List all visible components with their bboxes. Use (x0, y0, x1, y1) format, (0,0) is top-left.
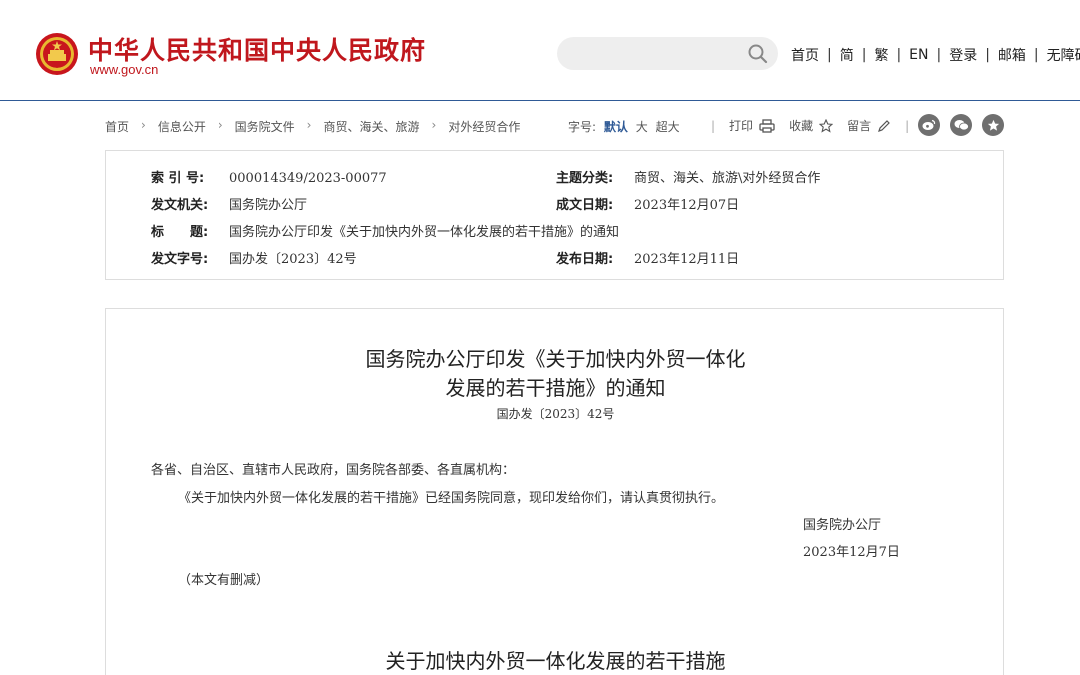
font-size-default[interactable]: 默认 (604, 120, 628, 134)
font-size-control: 字号: 默认 大 超大 (568, 118, 684, 135)
font-size-label: 字号: (568, 120, 597, 134)
tools-divider: | (711, 118, 716, 133)
meta-topic-row: 主题分类: 商贸、海关、旅游\对外经贸合作 (556, 167, 820, 186)
meta-publish-date-row: 发布日期: 2023年12月11日 (556, 248, 739, 267)
nav-divider: | (1033, 47, 1039, 63)
nav-divider: | (985, 47, 990, 63)
nav-mailbox[interactable]: 邮箱 (998, 45, 1026, 65)
breadcrumb: 首页 › 信息公开 › 国务院文件 › 商贸、海关、旅游 › 对外经贸合作 (105, 118, 520, 135)
document-salutation: 各省、自治区、直辖市人民政府，国务院各部委、各直属机构： (151, 463, 516, 478)
favorite-label: 收藏 (789, 119, 814, 133)
star-outline-icon (819, 118, 834, 133)
meta-docno-row: 发文字号: 国办发〔2023〕42号 (151, 248, 357, 267)
meta-label: 发布日期: (556, 252, 614, 267)
share-icons (918, 114, 1014, 136)
document-title: 国务院办公厅印发《关于加快内外贸一体化 发展的若干措施》的通知 (106, 345, 1005, 403)
document-date: 2023年12月7日 (803, 545, 900, 560)
favorite-button[interactable]: 收藏 (789, 117, 834, 134)
meta-label: 索 引 号: (151, 171, 205, 186)
document-number: 国办发〔2023〕42号 (496, 407, 615, 421)
nav-home[interactable]: 首页 (791, 45, 819, 65)
national-emblem-icon[interactable] (35, 32, 79, 76)
breadcrumb-foreign-trade[interactable]: 对外经贸合作 (448, 118, 520, 135)
meta-label: 发文字号: (151, 252, 209, 267)
document-subtitle: 关于加快内外贸一体化发展的若干措施 (385, 649, 726, 673)
nav-divider: | (827, 47, 832, 63)
font-size-large[interactable]: 大 (636, 120, 648, 134)
breadcrumb-info-public[interactable]: 信息公开 (158, 118, 206, 135)
search-icon[interactable] (747, 43, 768, 64)
meta-issuer-row: 发文机关: 国务院办公厅 (151, 194, 307, 213)
print-button[interactable]: 打印 (729, 117, 775, 134)
pencil-icon (878, 119, 890, 132)
page-tools: | 打印 收藏 留言 | (697, 117, 923, 134)
document-title-line: 国务院办公厅印发《关于加快内外贸一体化 (365, 347, 746, 371)
nav-login[interactable]: 登录 (949, 45, 977, 65)
wechat-icon[interactable] (950, 114, 972, 136)
nav-divider: | (861, 47, 867, 63)
document-signer: 国务院办公厅 (803, 518, 882, 533)
meta-label: 成文日期: (556, 198, 614, 213)
meta-written-date-row: 成文日期: 2023年12月07日 (556, 194, 739, 213)
top-nav: 首页 | 简 | 繁 | EN | 登录 | 邮箱 | 无障碍 (791, 45, 1080, 65)
nav-simplified[interactable]: 简 (840, 45, 854, 65)
site-header: 中华人民共和国中央人民政府 www.gov.cn 首页 | 简 | 繁 | EN… (0, 0, 1080, 101)
nav-english[interactable]: EN (909, 47, 928, 63)
nav-accessibility[interactable]: 无障碍 (1047, 45, 1080, 65)
tools-divider: | (905, 118, 910, 133)
document-content: 国务院办公厅印发《关于加快内外贸一体化 发展的若干措施》的通知 国办发〔2023… (105, 308, 1004, 675)
meta-value: 2023年12月11日 (634, 252, 740, 267)
weibo-icon[interactable] (918, 114, 940, 136)
document-note: （本文有删减） (178, 573, 270, 588)
meta-index-row: 索 引 号: 000014349/2023-00077 (151, 167, 387, 186)
chevron-right-icon: › (217, 118, 223, 132)
meta-value: 000014349/2023-00077 (229, 171, 387, 186)
meta-title-row: 标 题: 国务院办公厅印发《关于加快内外贸一体化发展的若干措施》的通知 (151, 221, 619, 240)
star-icon[interactable] (982, 114, 1004, 136)
meta-value: 国务院办公厅 (229, 198, 308, 213)
nav-traditional[interactable]: 繁 (874, 45, 888, 65)
breadcrumb-bar: 首页 › 信息公开 › 国务院文件 › 商贸、海关、旅游 › 对外经贸合作 字号… (105, 114, 1005, 136)
breadcrumb-home[interactable]: 首页 (105, 118, 129, 135)
printer-icon (759, 118, 775, 133)
document-title-line: 发展的若干措施》的通知 (445, 376, 666, 400)
breadcrumb-trade-customs-tourism[interactable]: 商贸、海关、旅游 (323, 118, 419, 135)
meta-label: 标 题: (151, 225, 209, 240)
chevron-right-icon: › (306, 118, 312, 132)
meta-label: 主题分类: (556, 171, 614, 186)
print-label: 打印 (729, 119, 754, 133)
nav-divider: | (936, 47, 942, 63)
search-input[interactable] (557, 37, 778, 70)
comment-label: 留言 (847, 119, 872, 133)
site-domain: www.gov.cn (90, 62, 159, 77)
meta-value: 2023年12月07日 (634, 198, 740, 213)
meta-label: 发文机关: (151, 198, 209, 213)
comment-button[interactable]: 留言 (847, 117, 891, 134)
document-meta-table: 索 引 号: 000014349/2023-00077 主题分类: 商贸、海关、旅游… (105, 150, 1004, 280)
document-body-paragraph: 《关于加快内外贸一体化发展的若干措施》已经国务院同意，现印发给你们，请认真贯彻执… (178, 491, 725, 506)
nav-divider: | (896, 47, 902, 63)
font-size-xlarge[interactable]: 超大 (656, 120, 680, 134)
meta-value: 商贸、海关、旅游\对外经贸合作 (634, 171, 821, 186)
meta-value: 国办发〔2023〕42号 (229, 252, 357, 267)
chevron-right-icon: › (141, 118, 146, 132)
breadcrumb-state-council-docs[interactable]: 国务院文件 (235, 118, 295, 135)
chevron-right-icon: › (431, 118, 437, 132)
meta-value: 国务院办公厅印发《关于加快内外贸一体化发展的若干措施》的通知 (229, 225, 620, 240)
